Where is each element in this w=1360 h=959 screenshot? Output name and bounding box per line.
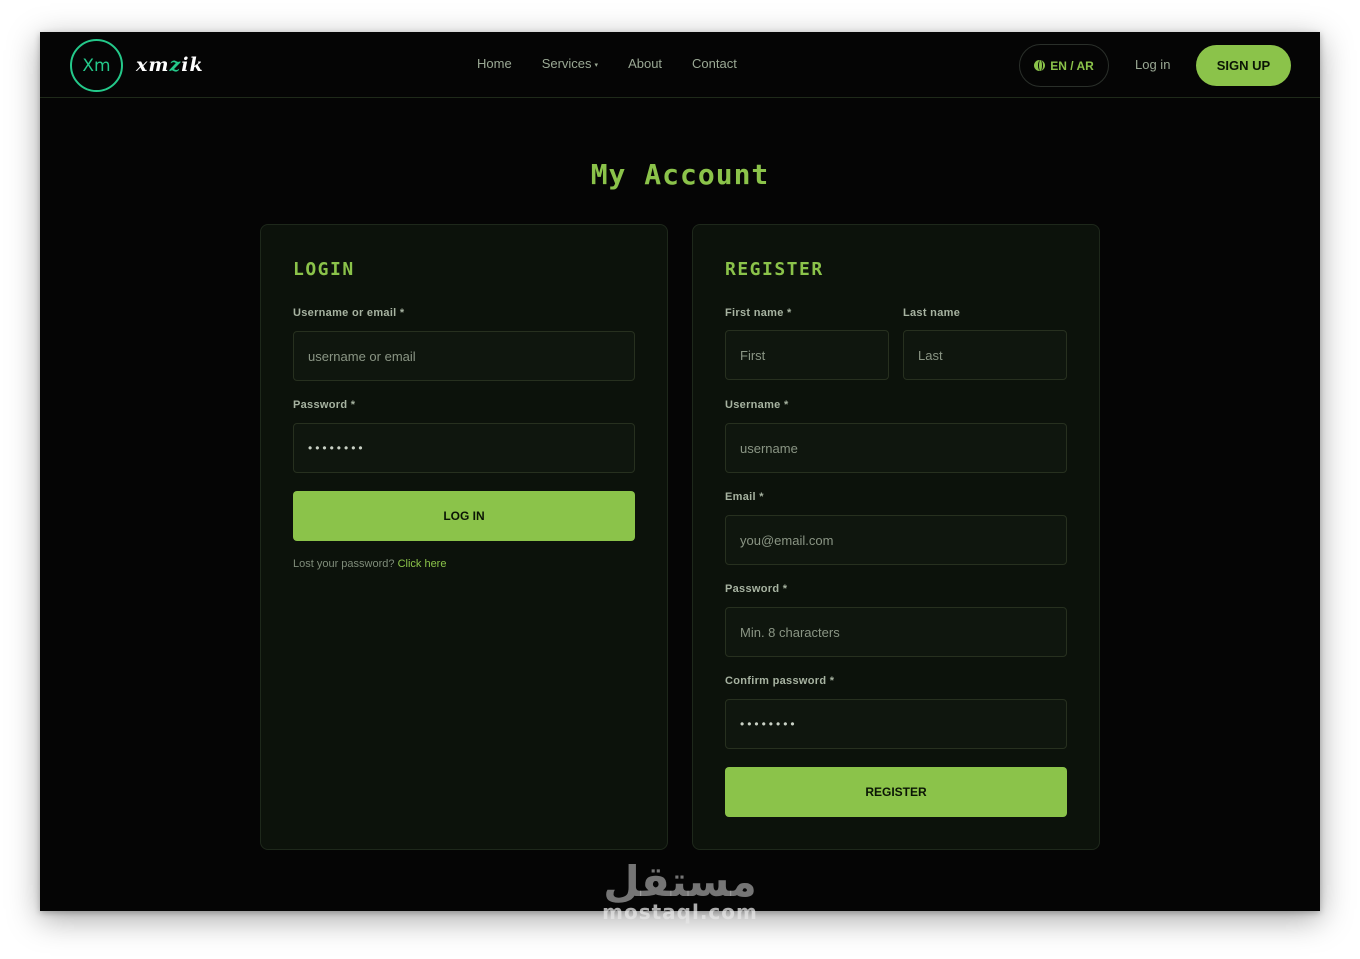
main-nav: Home Services ▾ About Contact (477, 56, 767, 71)
login-submit-button[interactable]: LOG IN (293, 491, 635, 541)
lost-password-text: Lost your password? Click here (293, 558, 446, 570)
register-first-input[interactable]: First (725, 330, 889, 380)
signup-button[interactable]: SIGN UP (1196, 45, 1291, 86)
nav-home[interactable]: Home (477, 56, 512, 71)
logo-word-part: ik (181, 54, 204, 76)
register-card: REGISTER First name * First Last name La… (692, 224, 1100, 850)
login-username-label: Username or email * (293, 307, 405, 319)
top-navbar: Xm xmzik Home Services ▾ About Contact EN… (40, 32, 1320, 98)
language-switcher[interactable]: EN / AR (1019, 44, 1109, 87)
register-password-label: Password * (725, 583, 788, 595)
language-label: EN / AR (1050, 58, 1094, 73)
login-password-input[interactable]: •••••••• (293, 423, 635, 473)
page-title: My Account (590, 158, 770, 191)
login-password-label: Password * (293, 399, 356, 411)
logo-mark[interactable]: Xm (70, 39, 123, 92)
register-email-label: Email * (725, 491, 764, 503)
register-password-input[interactable]: Min. 8 characters (725, 607, 1067, 657)
register-last-label: Last name (903, 307, 961, 319)
nav-services[interactable]: Services ▾ (542, 56, 598, 71)
globe-icon (1034, 60, 1046, 71)
watermark-latin: mostaql.com (602, 900, 758, 924)
nav-contact[interactable]: Contact (692, 56, 737, 71)
register-submit-button[interactable]: REGISTER (725, 767, 1067, 817)
watermark-arabic: مستقل (603, 857, 757, 906)
logo-word-accent: z (169, 54, 182, 76)
register-last-input[interactable]: Last (903, 330, 1067, 380)
nav-login-link[interactable]: Log in (1135, 57, 1170, 72)
login-username-input[interactable]: username or email (293, 331, 635, 381)
register-confirm-input[interactable]: •••••••• (725, 699, 1067, 749)
login-heading: LOGIN (293, 259, 355, 280)
register-username-label: Username * (725, 399, 789, 411)
chevron-down-icon: ▾ (594, 61, 599, 69)
lost-password-link[interactable]: Click here (398, 558, 447, 570)
login-card: LOGIN Username or email * username or em… (260, 224, 668, 850)
register-heading: REGISTER (725, 259, 824, 280)
mostaql-watermark: مستقل mostaql.com (580, 857, 780, 925)
register-email-input[interactable]: you@email.com (725, 515, 1067, 565)
app-window: Xm xmzik Home Services ▾ About Contact EN… (40, 32, 1320, 911)
nav-services-label: Services (541, 56, 592, 71)
register-first-label: First name * (725, 307, 792, 319)
lost-password-prompt: Lost your password? (293, 558, 395, 570)
register-confirm-label: Confirm password * (725, 675, 835, 687)
register-username-input[interactable]: username (725, 423, 1067, 473)
logo-mark-text: Xm (82, 55, 111, 76)
logo-word-part: xm (136, 54, 170, 76)
logo-wordmark[interactable]: xmzik (136, 54, 204, 76)
nav-about[interactable]: About (628, 56, 662, 71)
